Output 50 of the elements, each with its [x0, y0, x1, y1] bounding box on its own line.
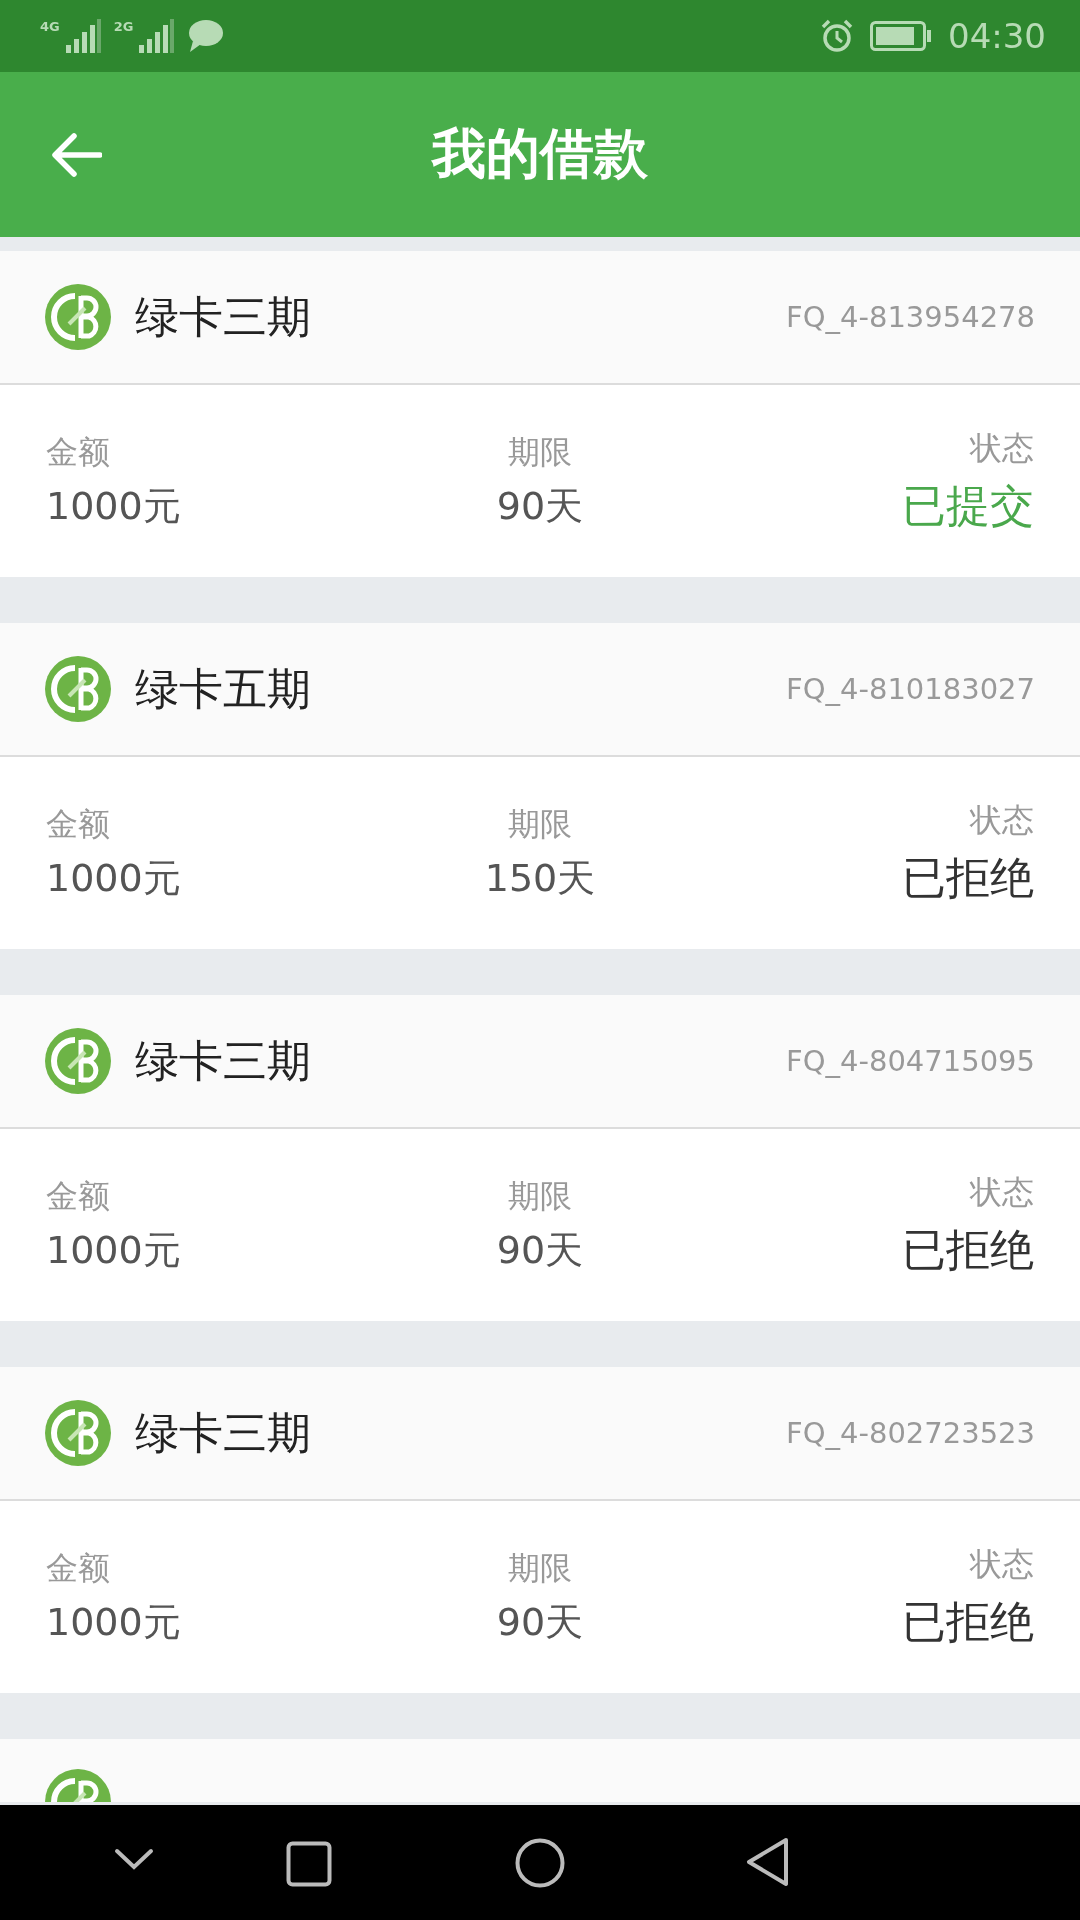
loan-number: FQ_4-810183027 [786, 672, 1035, 706]
term-label: 期限 [508, 803, 572, 845]
status-label: 状态 [970, 1543, 1034, 1585]
logo-icon [45, 1400, 111, 1466]
amount-value: 1000元 [46, 482, 182, 530]
logo-icon [45, 284, 111, 350]
status-label: 状态 [970, 427, 1034, 469]
term-value: 150天 [484, 854, 596, 902]
amount-value: 1000元 [46, 1226, 182, 1274]
amount-label: 金额 [46, 1547, 111, 1589]
term-value: 90天 [496, 1226, 584, 1274]
loan-name: 绿卡三期 [135, 1405, 311, 1460]
home-button[interactable] [515, 1838, 565, 1888]
logo-icon [45, 656, 111, 722]
term-value: 90天 [496, 482, 584, 530]
term-label: 期限 [508, 1547, 572, 1589]
back-button[interactable] [746, 1837, 790, 1887]
amount-label: 金额 [46, 1175, 111, 1217]
status-label: 状态 [970, 1171, 1034, 1213]
loan-name: 绿卡三期 [135, 1033, 311, 1088]
loan-number: FQ_4-813954278 [786, 300, 1035, 334]
amount-value: 1000元 [46, 1598, 182, 1646]
recent-apps-button[interactable] [286, 1841, 332, 1887]
term-label: 期限 [508, 1175, 572, 1217]
status-value: 已拒绝 [902, 850, 1034, 905]
network-type: 4G [40, 19, 60, 34]
status-value: 已拒绝 [902, 1222, 1034, 1277]
loan-number: FQ_4-804715095 [786, 1044, 1035, 1078]
card-header[interactable]: 绿卡三期 FQ_4-804715095 [0, 995, 1080, 1129]
status-value: 已提交 [902, 478, 1034, 533]
loan-number: FQ_4-802723523 [786, 1416, 1035, 1450]
status-label: 状态 [970, 799, 1034, 841]
battery-icon [870, 21, 932, 51]
card-header[interactable]: 绿卡三期 FQ_4-813954278 [0, 251, 1080, 385]
term-value: 90天 [496, 1598, 584, 1646]
card-header[interactable]: 绿卡五期 FQ_4-810183027 [0, 623, 1080, 757]
page-title: 我的借款 [432, 120, 648, 187]
network-type: 2G [113, 19, 134, 34]
loan-name: 绿卡五期 [135, 661, 311, 716]
term-label: 期限 [508, 431, 572, 473]
card-header[interactable]: 绿卡三期 FQ_4-802723523 [0, 1367, 1080, 1501]
loan-name: 绿卡三期 [135, 289, 311, 344]
amount-label: 金额 [46, 431, 111, 473]
alarm-icon [820, 19, 854, 53]
amount-label: 金额 [46, 803, 111, 845]
logo-icon [45, 1028, 111, 1094]
message-icon [187, 19, 224, 53]
amount-value: 1000元 [46, 854, 182, 902]
status-value: 已拒绝 [902, 1594, 1034, 1649]
clock-time: 04:30 [948, 16, 1046, 56]
